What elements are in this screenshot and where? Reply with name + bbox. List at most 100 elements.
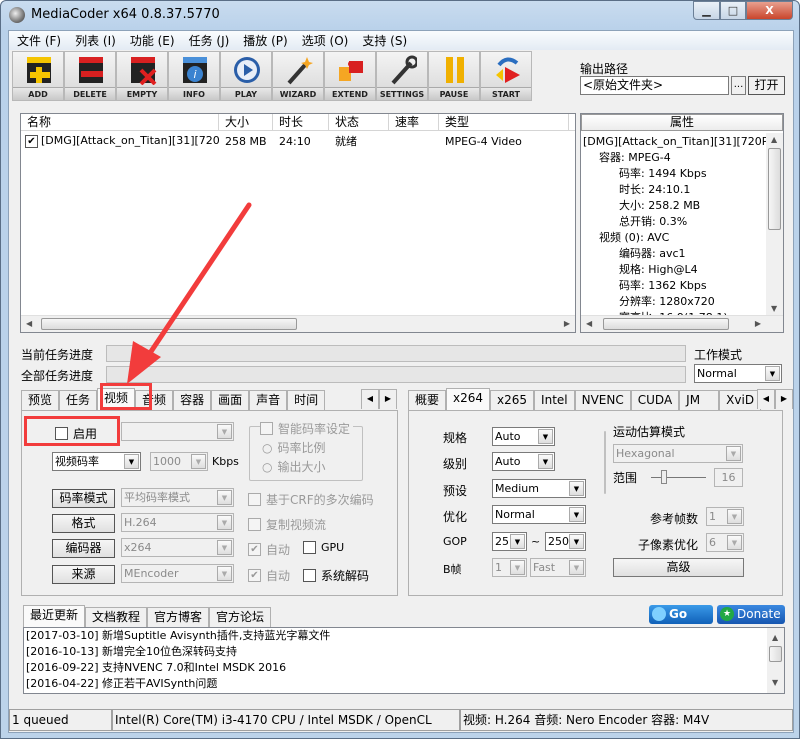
tab-x265[interactable]: x265 (490, 390, 535, 410)
column-name[interactable]: 名称 (21, 114, 219, 130)
extend-button[interactable]: EXTEND (324, 51, 376, 101)
empty-button[interactable]: EMPTY (116, 51, 168, 101)
start-button[interactable]: START (480, 51, 532, 101)
column-duration[interactable]: 时长 (273, 114, 329, 130)
gop-min-select[interactable]: 25 ▼ (492, 532, 527, 551)
ref-frames-select[interactable]: 1 ▼ (706, 507, 744, 526)
browse-button[interactable]: ... (731, 76, 746, 95)
tab-scroll-right[interactable]: ▶ (775, 389, 793, 409)
rate-type-select[interactable]: 视频码率 ▼ (52, 452, 141, 471)
tab-recent-updates[interactable]: 最近更新 (23, 605, 86, 627)
file-list-hscrollbar[interactable]: ◀ ▶ (21, 315, 575, 332)
profile-select[interactable]: Auto ▼ (492, 427, 555, 446)
format-button[interactable]: 格式 (52, 514, 115, 533)
source-select[interactable]: MEncoder ▼ (121, 564, 234, 583)
tab-cuda[interactable]: CUDA (630, 390, 680, 410)
tab-blog[interactable]: 官方博客 (147, 607, 210, 627)
properties-hscrollbar[interactable]: ◀ ▶ (581, 315, 783, 332)
range-value[interactable]: 16 (714, 468, 743, 487)
tab-scroll-left[interactable]: ◀ (361, 389, 379, 409)
rate-mode-select[interactable]: 平均码率模式 ▼ (121, 488, 234, 507)
column-rate[interactable]: 速率 (389, 114, 439, 130)
news-item[interactable]: [2016-04-22] 修正若干AVISynth问题 (26, 676, 784, 692)
gop-max-select[interactable]: 250 ▼ (545, 532, 586, 551)
scroll-left-icon[interactable]: ◀ (586, 319, 592, 328)
scroll-thumb[interactable] (603, 318, 729, 330)
menu-file[interactable]: 文件 (F) (9, 32, 67, 49)
properties-vscrollbar[interactable]: ▲ ▼ (766, 133, 783, 315)
advanced-button[interactable]: 高级 (613, 558, 744, 577)
tab-nvenc[interactable]: NVENC (574, 390, 631, 410)
properties-tree[interactable]: [DMG][Attack_on_Titan][31][720P][GB 容器: … (583, 134, 769, 316)
tab-task[interactable]: 任务 (59, 390, 98, 410)
preset-select[interactable]: ▼ (121, 422, 234, 441)
info-button[interactable]: i INFO (168, 51, 220, 101)
level-select[interactable]: Auto ▼ (492, 452, 555, 471)
tab-xvid[interactable]: XviD (719, 390, 762, 410)
delete-button[interactable]: DELETE (64, 51, 116, 101)
maximize-button[interactable]: □ (720, 1, 746, 20)
encoder-auto-checkbox[interactable]: ✔ 自动 (248, 541, 290, 558)
scroll-left-icon[interactable]: ◀ (26, 319, 32, 328)
news-vscrollbar[interactable]: ▲ ▼ (767, 628, 784, 693)
output-path-input[interactable]: <原始文件夹> (580, 76, 729, 95)
tree-container[interactable]: 容器: MPEG-4 (583, 150, 769, 166)
file-list[interactable]: 名称 大小 时长 状态 速率 类型 ✔ [DMG][Attack_on_Titan… (20, 113, 576, 333)
scroll-thumb[interactable] (769, 646, 782, 662)
column-size[interactable]: 大小 (219, 114, 273, 130)
bframe-mode-select[interactable]: Fast ▼ (530, 558, 586, 577)
format-select[interactable]: H.264 ▼ (121, 513, 234, 532)
menu-list[interactable]: 列表 (I) (67, 32, 122, 49)
bitrate-select[interactable]: 1000 ▼ (150, 452, 208, 471)
tab-time[interactable]: 时间 (287, 390, 326, 410)
donate-button[interactable]: ★ Donate (717, 605, 785, 624)
copy-stream-checkbox[interactable]: 复制视频流 (248, 516, 326, 533)
scroll-up-icon[interactable]: ▲ (772, 630, 778, 646)
go-pro-button[interactable]: Go PRO (649, 605, 713, 639)
scroll-thumb[interactable] (768, 148, 781, 230)
menu-function[interactable]: 功能 (E) (122, 32, 181, 49)
me-method-select[interactable]: Hexagonal ▼ (613, 444, 743, 463)
source-auto-checkbox[interactable]: ✔ 自动 (248, 567, 290, 584)
wizard-button[interactable]: WIZARD (272, 51, 324, 101)
bframes-select[interactable]: 1 ▼ (492, 558, 527, 577)
news-item[interactable]: [2016-10-13] 新增完全10位色深转码支持 (26, 644, 784, 660)
pause-button[interactable]: PAUSE (428, 51, 480, 101)
tab-scroll-left[interactable]: ◀ (757, 389, 775, 409)
rate-mode-button[interactable]: 码率模式 (52, 489, 115, 508)
tab-forum[interactable]: 官方论坛 (209, 607, 272, 627)
gpu-checkbox[interactable]: GPU (303, 541, 344, 554)
tab-docs[interactable]: 文档教程 (85, 607, 148, 627)
crf-multipass-checkbox[interactable]: 基于CRF的多次编码 (248, 491, 374, 508)
open-folder-button[interactable]: 打开 (748, 76, 785, 95)
range-slider-track[interactable] (651, 477, 706, 478)
tab-x264[interactable]: x264 (446, 388, 491, 410)
news-item[interactable]: [2017-03-10] 新增Suptitle Avisynth插件,支持蓝光字… (26, 628, 784, 644)
table-row[interactable]: ✔ [DMG][Attack_on_Titan][31][720P... 258 … (21, 131, 575, 151)
preset-select[interactable]: Medium ▼ (492, 479, 586, 498)
tab-sound[interactable]: 声音 (249, 390, 288, 410)
column-status[interactable]: 状态 (329, 114, 389, 130)
encoder-select[interactable]: x264 ▼ (121, 538, 234, 557)
encoder-button[interactable]: 编码器 (52, 539, 115, 558)
scroll-down-icon[interactable]: ▼ (772, 675, 778, 691)
minimize-button[interactable]: ▁ (693, 1, 720, 20)
source-button[interactable]: 来源 (52, 565, 115, 584)
tab-summary[interactable]: 概要 (408, 390, 447, 410)
system-decode-checkbox[interactable]: 系统解码 (303, 567, 369, 584)
tab-jm[interactable]: JM (679, 390, 720, 410)
smart-rate-checkbox[interactable]: 智能码率设定 (260, 420, 354, 437)
play-button[interactable]: PLAY (220, 51, 272, 101)
tab-container[interactable]: 容器 (173, 390, 212, 410)
tab-picture[interactable]: 画面 (211, 390, 250, 410)
scroll-right-icon[interactable]: ▶ (755, 319, 761, 328)
scroll-right-icon[interactable]: ▶ (564, 319, 570, 328)
menu-support[interactable]: 支持 (S) (354, 32, 413, 49)
news-item[interactable]: [2016-09-22] 支持NVENC 7.0和Intel MSDK 2016 (26, 660, 784, 676)
add-button[interactable]: ADD (12, 51, 64, 101)
subme-select[interactable]: 6 ▼ (706, 533, 744, 552)
settings-button[interactable]: SETTINGS (376, 51, 428, 101)
scroll-up-icon[interactable]: ▲ (771, 135, 777, 144)
menu-play[interactable]: 播放 (P) (235, 32, 293, 49)
menu-options[interactable]: 选项 (O) (294, 32, 355, 49)
